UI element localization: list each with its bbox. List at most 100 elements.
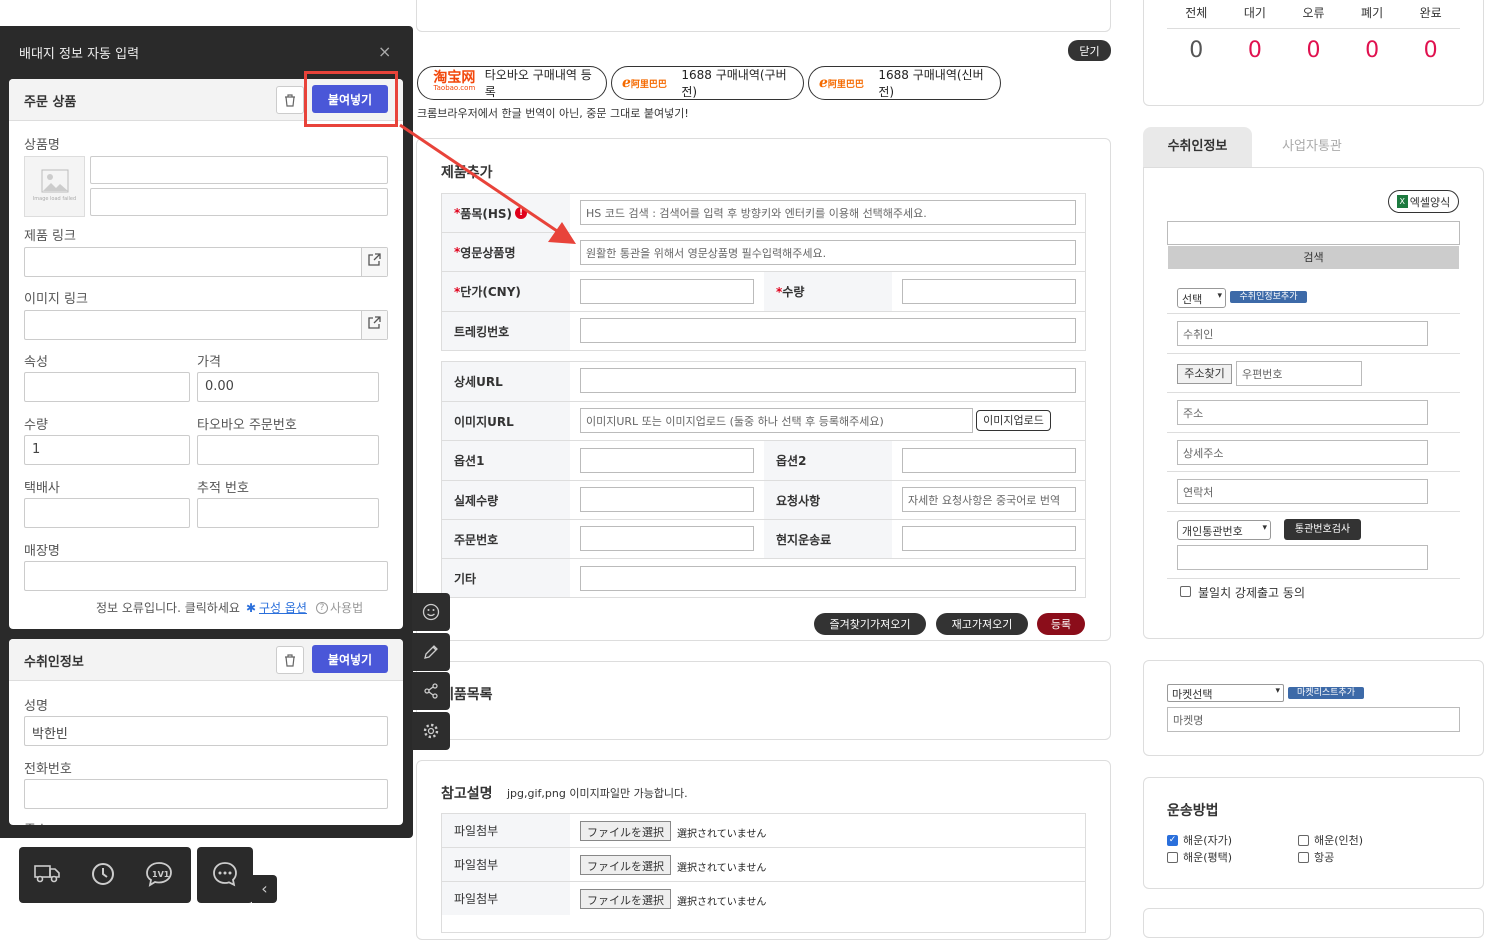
excel-button[interactable]: X 엑셀양식 [1388,190,1459,213]
stock-button[interactable]: 재고가져오기 [936,613,1028,635]
mismatch-checkbox[interactable] [1180,586,1191,597]
taobao-logo: 淘宝网 Taobao.com [433,70,476,92]
shipping-option[interactable]: 해운(인천) [1298,832,1363,848]
trash-icon[interactable] [276,86,304,114]
local-ship-input[interactable] [902,526,1076,551]
taobao-purchase-button[interactable]: 淘宝网 Taobao.com 타오바오 구매내역 등록 [417,66,607,100]
share-tool-button[interactable] [412,672,450,710]
image-link-input[interactable] [24,310,388,340]
find-address-button[interactable]: 주소찾기 [1177,364,1232,384]
file-status: 選択されていません [677,897,767,908]
phone-field[interactable] [24,779,388,809]
close-button[interactable]: 닫기 [1068,40,1111,61]
zip-input[interactable]: 우편번호 [1236,361,1362,386]
address-input[interactable]: 주소 [1177,400,1428,425]
1v1-chat-icon[interactable]: 1V1 [144,860,174,891]
gear-icon [423,723,439,739]
etc-input[interactable] [580,566,1076,591]
reference-note: jpg,gif,png 이미지파일만 가능합니다. [507,787,688,800]
chat-bubble-icon[interactable] [211,860,239,891]
request-label: 요청사항 [764,481,892,519]
market-select[interactable]: 마켓선택 ▾ [1167,684,1284,702]
detail-address-input[interactable]: 상세주소 [1177,440,1428,465]
recipient-paste-button[interactable]: 붙여넣기 [312,645,388,673]
image-url-input[interactable]: 이미지URL 또는 이미지업로드 (둘중 하나 선택 후 등록해주세요) [580,408,973,433]
hs-search-input[interactable]: HS 코드 검색 : 검색어를 입력 후 방향키와 엔터키를 이용해 선택해주세… [580,200,1076,225]
price-input[interactable] [580,279,754,304]
taobao-order-input[interactable] [197,435,379,465]
product-name-input-2[interactable] [90,188,388,216]
trash-icon[interactable] [276,646,304,674]
count-all[interactable]: 0 [1167,38,1226,63]
register-button[interactable]: 등록 [1037,613,1085,635]
count-error[interactable]: 0 [1284,38,1343,63]
tracking-label: 트레킹번호 [442,312,570,350]
tab-business[interactable]: 사업자통관 [1262,127,1362,167]
en-name-input[interactable]: 원활한 통관을 위해서 영문상품명 필수입력해주세요. [580,240,1076,265]
file-choose-button[interactable]: ファイルを選択 [580,855,671,875]
tracking-input[interactable] [580,318,1076,343]
recipient-select[interactable]: 선택 ▾ [1177,288,1226,308]
price-label: * 단가(CNY) [442,272,570,311]
customs-number-input[interactable] [1177,545,1428,570]
usage-link[interactable]: 사용법 [330,599,363,616]
close-icon[interactable]: × [378,42,391,61]
help-icon: ? [315,601,328,614]
truck-icon[interactable] [33,861,61,888]
add-market-button[interactable]: 마켓리스트추가 [1288,687,1364,699]
external-link-icon[interactable] [361,311,387,339]
mismatch-label: 불일치 강제출고 동의 [1198,586,1305,600]
count-waiting[interactable]: 0 [1226,38,1285,63]
edit-tool-button[interactable] [412,633,450,671]
market-name-input[interactable]: 마켓명 [1167,707,1460,732]
svg-text:1V1: 1V1 [152,870,170,879]
customs-check-button[interactable]: 통관번호검사 [1284,519,1361,540]
store-input[interactable] [24,561,388,591]
favorites-button[interactable]: 즐겨찾기가져오기 [814,613,926,635]
shipping-option[interactable]: 항공 [1298,849,1334,865]
option1-label: 옵션1 [442,441,570,480]
shipping-option[interactable]: 해운(평택) [1167,849,1232,865]
courier-input[interactable] [24,498,190,528]
file-choose-button[interactable]: ファイルを選択 [580,821,671,841]
recipient-search-input[interactable] [1167,221,1460,245]
request-input[interactable]: 자세한 요청사항은 중국어로 번역 [902,487,1076,512]
detail-url-input[interactable] [580,368,1076,393]
price-input[interactable]: 0.00 [197,372,379,402]
tracking-input[interactable] [197,498,379,528]
pointer-arrow [399,123,576,244]
option2-input[interactable] [902,448,1076,473]
qty-input[interactable] [902,279,1076,304]
option1-input[interactable] [580,448,754,473]
error-message[interactable]: 정보 오류입니다. 클릭하세요 [96,599,240,616]
attr-label: 속성 [24,355,48,370]
customs-select[interactable]: 개인통관번호 ▾ [1177,520,1271,540]
contact-input[interactable]: 연락처 [1177,479,1428,504]
1688-old-purchase-button[interactable]: ℯ阿里巴巴 1688 구매내역(구버전) [611,66,804,100]
settings-tool-button[interactable] [412,712,450,750]
product-link-input[interactable] [24,247,388,277]
order-no-input[interactable] [580,526,754,551]
recipient-search-button[interactable]: 검색 [1168,246,1459,269]
tab-recipient[interactable]: 수취인정보 [1143,127,1252,167]
config-link[interactable]: 구성 옵션 [259,599,307,616]
file-choose-button[interactable]: ファイルを選択 [580,889,671,909]
emoji-tool-button[interactable] [412,593,450,631]
collapse-button[interactable]: ‹ [252,875,277,903]
product-name-input-1[interactable] [90,156,388,184]
qty-input[interactable]: 1 [24,435,190,465]
recipient-name-input[interactable]: 수취인 [1177,321,1428,346]
1688-new-purchase-button[interactable]: ℯ阿里巴巴 1688 구매내역(신버전) [808,66,1001,100]
actual-qty-input[interactable] [580,487,754,512]
product-link-label: 제품 링크 [24,229,76,244]
add-recipient-button[interactable]: 수취인정보추가 [1230,291,1307,303]
option2-label: 옵션2 [764,441,892,480]
attr-input[interactable] [24,372,190,402]
recipient-name-field[interactable]: 박한빈 [24,716,388,746]
shipping-option[interactable]: ✓ 해운(자가) [1167,832,1232,848]
history-icon[interactable] [89,860,117,891]
etc-label: 기타 [442,559,570,597]
count-done[interactable]: 0 [1401,38,1460,63]
count-discard[interactable]: 0 [1343,38,1402,63]
image-upload-button[interactable]: 이미지업로드 [976,410,1051,431]
